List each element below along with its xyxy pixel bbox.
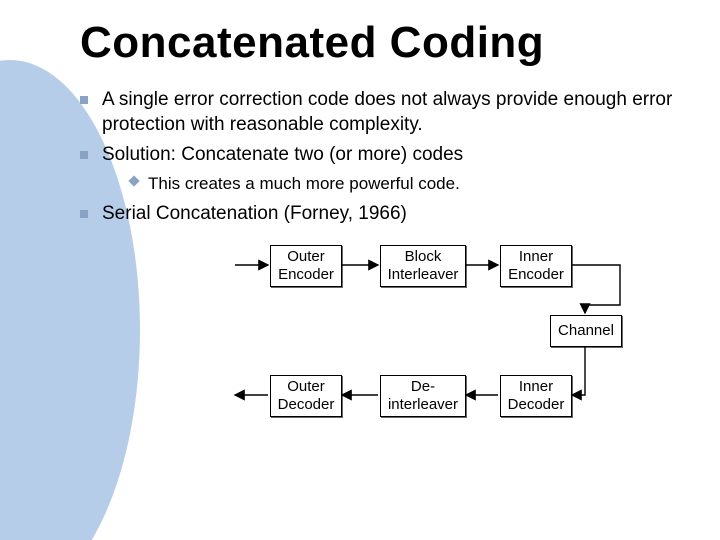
bullet-item: A single error correction code does not … — [80, 88, 680, 137]
bullet-text: Serial Concatenation (Forney, 1966) — [102, 203, 407, 224]
diagram-arrows — [180, 245, 660, 425]
slide-title: Concatenated Coding — [80, 18, 680, 68]
bullet-text: A single error correction code does not … — [102, 89, 672, 135]
sub-bullet-text: This creates a much more powerful code. — [148, 174, 460, 193]
bullet-list: A single error correction code does not … — [80, 88, 680, 227]
sub-bullet-item: This creates a much more powerful code. — [130, 172, 680, 196]
bullet-item: Solution: Concatenate two (or more) code… — [80, 143, 680, 195]
bullet-text: Solution: Concatenate two (or more) code… — [102, 144, 463, 165]
block-diagram: Outer Encoder Block Interleaver Inner En… — [180, 245, 660, 425]
slide-content: Concatenated Coding A single error corre… — [0, 0, 720, 425]
sub-bullet-list: This creates a much more powerful code. — [130, 172, 680, 196]
bullet-item: Serial Concatenation (Forney, 1966) — [80, 202, 680, 227]
